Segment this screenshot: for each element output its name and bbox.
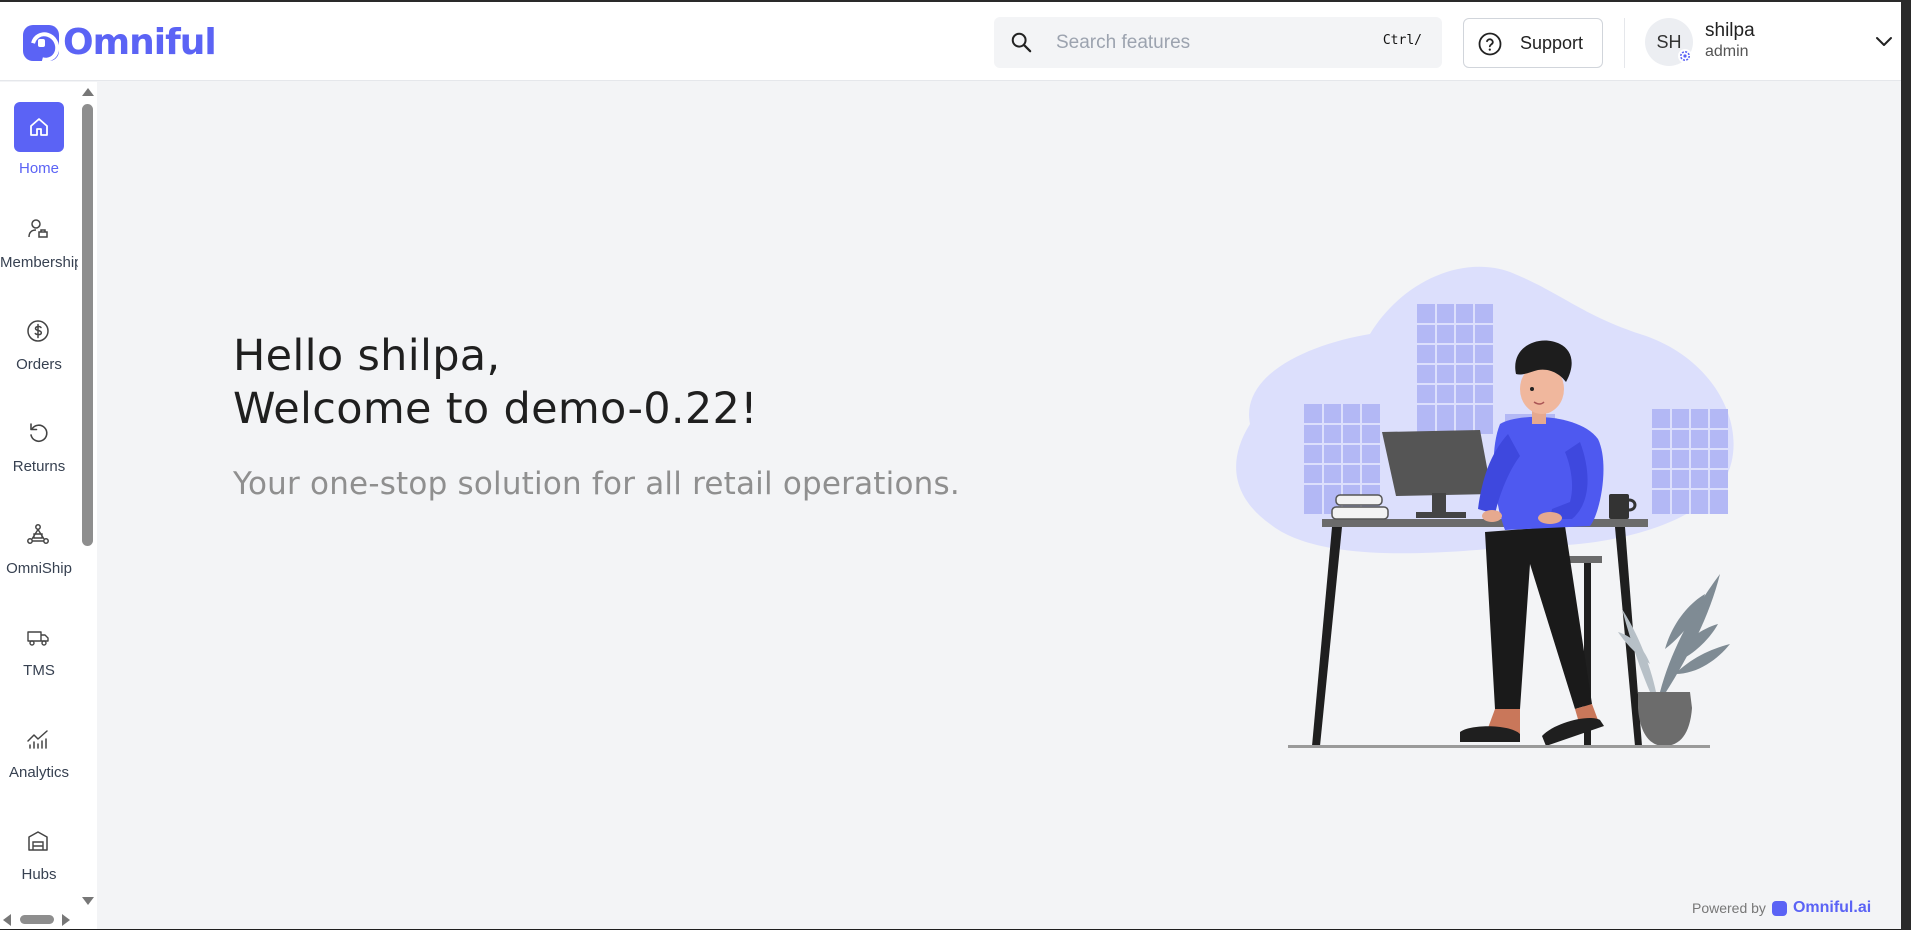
scrollbar-thumb[interactable]: [20, 915, 54, 924]
user-role: admin: [1705, 43, 1749, 60]
user-menu[interactable]: SH shilpa admin: [1645, 16, 1895, 68]
powered-by-brand[interactable]: Omniful.ai: [1793, 899, 1871, 917]
search-box[interactable]: Ctrl/: [994, 17, 1442, 68]
sidebar-item-membership[interactable]: Membership: [0, 216, 78, 306]
support-button[interactable]: Support: [1463, 18, 1603, 68]
sidebar-horizontal-scrollbar[interactable]: [0, 909, 78, 929]
app-window: Omniful Ctrl/ Support SH: [0, 2, 1901, 929]
sidebar-vertical-scrollbar[interactable]: [78, 82, 97, 909]
sidebar-item-analytics[interactable]: Analytics: [0, 726, 78, 816]
powered-by-footer: Powered by Omniful.ai: [1692, 899, 1871, 917]
sidebar-item-returns[interactable]: Returns: [0, 420, 78, 510]
greeting-line-1: Hello shilpa,: [233, 331, 501, 381]
sidebar-item-tms[interactable]: TMS: [0, 624, 78, 714]
scroll-up-arrow[interactable]: [82, 88, 94, 96]
search-icon: [1011, 32, 1032, 53]
sidebar-item-label: Home: [18, 160, 59, 177]
scroll-down-arrow[interactable]: [82, 897, 94, 905]
sidebar-nav: Home Membership Orders Returns OmniShip …: [0, 82, 78, 929]
omniful-logo-mark: [23, 24, 59, 61]
search-input[interactable]: [1056, 29, 1356, 57]
support-label: Support: [1520, 33, 1584, 53]
scrollbar-thumb[interactable]: [82, 104, 93, 546]
returns-icon: [30, 423, 48, 442]
sidebar-item-label: Orders: [16, 356, 62, 373]
search-shortcut-hint: Ctrl/: [1382, 33, 1422, 48]
sidebar-item-label: Returns: [12, 458, 66, 475]
omniful-logo[interactable]: Omniful: [23, 22, 217, 63]
scroll-right-arrow[interactable]: [62, 914, 70, 926]
sidebar-item-label: TMS: [23, 662, 55, 679]
membership-icon: [28, 219, 48, 238]
sidebar: Home Membership Orders Returns OmniShip …: [0, 82, 97, 929]
welcome-tagline: Your one-stop solution for all retail op…: [233, 466, 960, 502]
sidebar-item-label: Membership: [0, 254, 78, 271]
header-divider: [1624, 18, 1625, 68]
omniful-footer-logo-icon: [1771, 900, 1787, 916]
scroll-left-arrow[interactable]: [3, 914, 11, 926]
home-icon: [30, 118, 48, 136]
powered-by-label: Powered by: [1692, 900, 1766, 916]
sidebar-item-label: OmniShip: [6, 560, 72, 577]
sidebar-item-label: Hubs: [21, 866, 57, 883]
sidebar-item-label: Analytics: [8, 764, 70, 781]
top-header: Omniful Ctrl/ Support SH: [0, 2, 1901, 81]
hub-icon: [28, 831, 48, 851]
settings-badge-icon: [1678, 49, 1692, 63]
sidebar-item-home[interactable]: Home: [0, 102, 78, 196]
help-circle-icon: [1478, 32, 1502, 56]
analytics-icon: [27, 730, 48, 749]
sidebar-item-omniship[interactable]: OmniShip: [0, 522, 78, 612]
greeting-line-2: Welcome to demo-0.22!: [233, 384, 758, 434]
logo-text: Omniful: [63, 22, 217, 63]
dollar-icon: [27, 320, 49, 342]
sidebar-item-orders[interactable]: Orders: [0, 318, 78, 408]
user-name: shilpa: [1705, 20, 1755, 41]
sidebar-item-hubs[interactable]: Hubs: [0, 828, 78, 918]
welcome-illustration: [1236, 266, 1734, 748]
omniship-icon: [27, 524, 49, 544]
truck-icon: [27, 631, 49, 646]
chevron-down-icon[interactable]: [1875, 34, 1893, 48]
welcome-heading: Hello shilpa, Welcome to demo-0.22!: [233, 330, 758, 436]
